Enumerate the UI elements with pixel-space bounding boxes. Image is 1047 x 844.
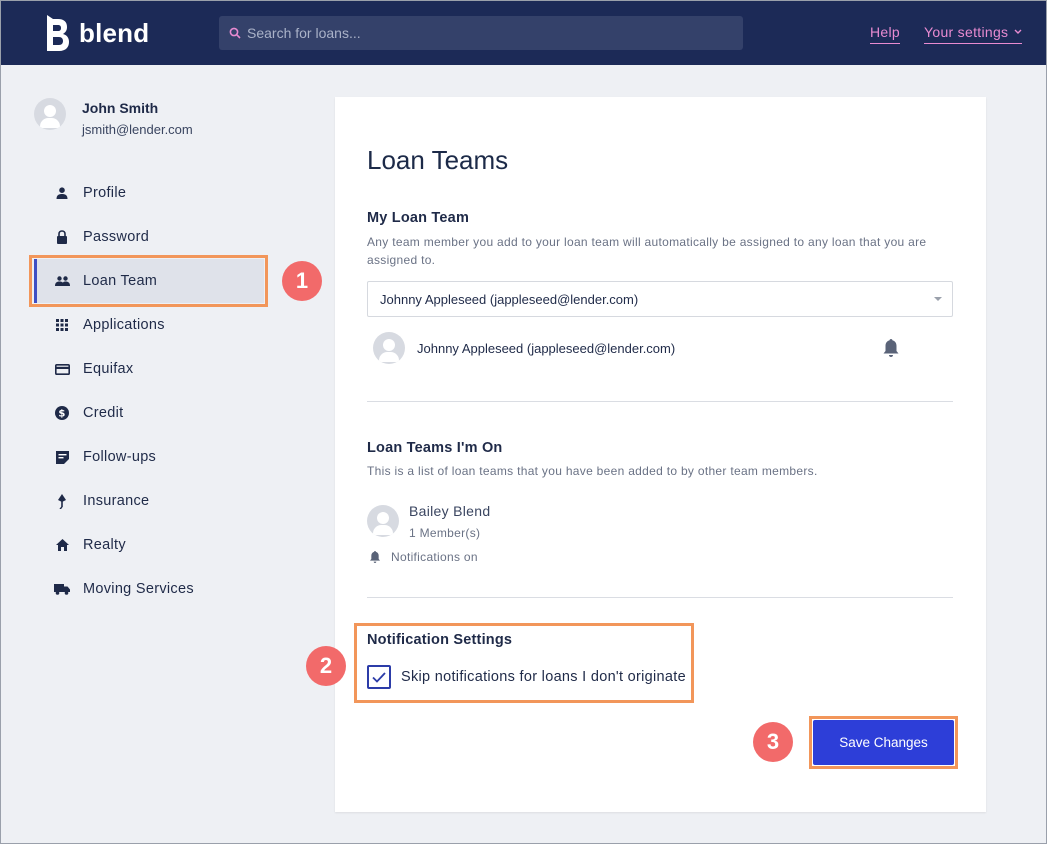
sidebar-item-moving-services[interactable]: Moving Services xyxy=(34,567,264,611)
sidebar-item-label: Moving Services xyxy=(83,581,194,597)
sidebar-item-follow-ups[interactable]: Follow-ups xyxy=(34,435,264,479)
note-icon xyxy=(54,449,70,465)
team-member-select-value: Johnny Appleseed (jappleseed@lender.com) xyxy=(380,291,639,307)
sidebar-item-label: Realty xyxy=(83,537,126,553)
user-name: John Smith xyxy=(82,100,159,116)
notification-settings-heading: Notification Settings xyxy=(367,632,513,648)
sidebar-item-credit[interactable]: $ Credit xyxy=(34,391,264,435)
sidebar-item-profile[interactable]: Profile xyxy=(34,171,264,215)
truck-icon xyxy=(54,581,70,597)
sidebar-item-label: Follow-ups xyxy=(83,449,157,465)
person-icon xyxy=(54,185,70,201)
sidebar-item-label: Credit xyxy=(83,405,124,421)
sidebar-item-label: Profile xyxy=(83,185,127,201)
notifications-status-label: Notifications on xyxy=(391,550,478,564)
top-bar: blend Help Your settings xyxy=(1,1,1046,65)
team-member-name: Johnny Appleseed (jappleseed@lender.com) xyxy=(417,340,676,356)
teams-im-on-heading: Loan Teams I'm On xyxy=(367,440,503,456)
my-loan-team-description: Any team member you add to your loan tea… xyxy=(367,235,927,267)
sidebar-item-insurance[interactable]: Insurance xyxy=(34,479,264,523)
grid-icon xyxy=(54,317,70,333)
svg-text:$: $ xyxy=(58,409,65,420)
highlight-box-loan-team xyxy=(29,255,268,307)
team-entry: Bailey Blend 1 Member(s) xyxy=(367,503,490,540)
search-input[interactable] xyxy=(247,25,727,41)
dollar-circle-icon: $ xyxy=(54,405,70,421)
logo-text: blend xyxy=(79,17,150,48)
avatar xyxy=(367,505,399,537)
blend-logo-icon xyxy=(47,15,69,51)
your-settings-label: Your settings xyxy=(924,24,1009,40)
umbrella-icon xyxy=(54,493,70,509)
chevron-down-icon xyxy=(1014,29,1022,34)
team-member-row: Johnny Appleseed (jappleseed@lender.com) xyxy=(373,331,913,365)
step-badge-1: 1 xyxy=(282,261,322,301)
avatar xyxy=(373,332,405,364)
teams-im-on-description: This is a list of loan teams that you ha… xyxy=(367,464,818,478)
lock-icon xyxy=(54,229,70,245)
sidebar-item-applications[interactable]: Applications xyxy=(34,303,264,347)
avatar xyxy=(34,98,66,130)
sidebar-item-label: Equifax xyxy=(83,361,134,377)
user-email: jsmith@lender.com xyxy=(82,122,193,137)
sidebar-item-password[interactable]: Password xyxy=(34,215,264,259)
sidebar-item-label: Insurance xyxy=(83,493,150,509)
page-title: Loan Teams xyxy=(367,145,509,175)
credit-card-icon xyxy=(54,361,70,377)
loan-teams-card: Loan Teams My Loan Team Any team member … xyxy=(335,97,986,812)
section-divider xyxy=(367,401,953,402)
your-settings-menu[interactable]: Your settings xyxy=(924,24,1023,44)
help-link[interactable]: Help xyxy=(870,24,900,44)
my-loan-team-heading: My Loan Team xyxy=(367,210,470,226)
team-member-select[interactable]: Johnny Appleseed (jappleseed@lender.com) xyxy=(367,281,953,317)
bell-icon[interactable] xyxy=(882,338,900,358)
notifications-status: Notifications on xyxy=(369,550,478,564)
blend-logo[interactable]: blend xyxy=(45,13,149,53)
skip-notifications-checkbox[interactable] xyxy=(367,665,391,689)
step-badge-3: 3 xyxy=(753,722,793,762)
section-divider xyxy=(367,597,953,598)
team-name: Bailey Blend xyxy=(409,503,491,519)
sidebar-nav: Profile Password Loan Team Applications … xyxy=(34,171,264,611)
sidebar-item-realty[interactable]: Realty xyxy=(34,523,264,567)
sidebar-item-equifax[interactable]: Equifax xyxy=(34,347,264,391)
bell-icon xyxy=(370,551,380,563)
checkmark-icon xyxy=(372,671,386,683)
sidebar-item-label: Password xyxy=(83,229,150,245)
skip-notifications-option[interactable]: Skip notifications for loans I don't ori… xyxy=(367,665,686,689)
save-changes-button[interactable]: Save Changes xyxy=(813,720,954,765)
search-bar[interactable] xyxy=(219,16,743,50)
team-member-count: 1 Member(s) xyxy=(409,526,481,540)
home-icon xyxy=(54,537,70,553)
sidebar-item-label: Applications xyxy=(83,317,165,333)
step-badge-2: 2 xyxy=(306,646,346,686)
caret-down-icon xyxy=(934,297,942,301)
search-icon xyxy=(229,27,241,39)
user-profile: John Smith jsmith@lender.com xyxy=(34,98,193,137)
skip-notifications-label: Skip notifications for loans I don't ori… xyxy=(401,669,686,685)
